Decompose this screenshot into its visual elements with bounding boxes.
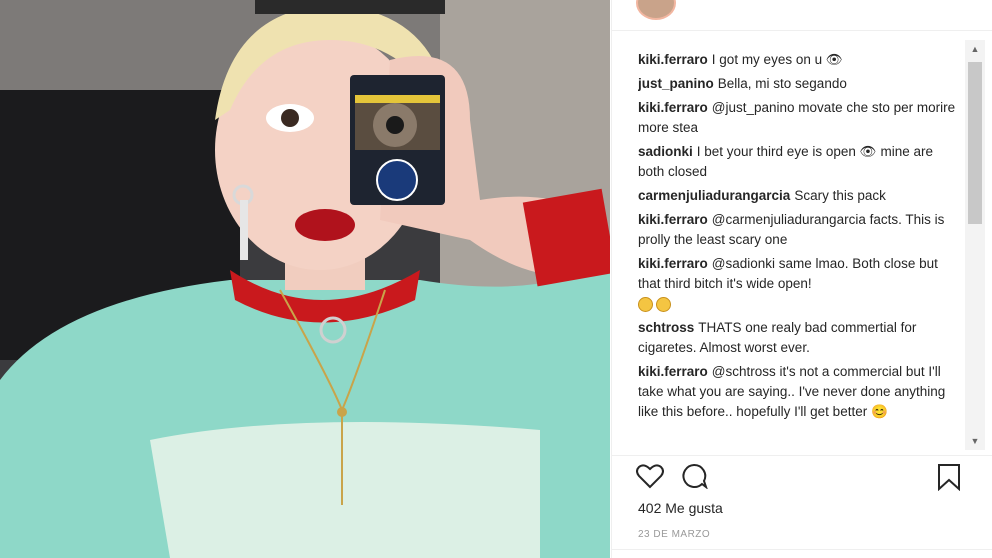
comment-username[interactable]: kiki.ferraro — [638, 256, 708, 271]
list-item: kiki.ferraro @schtross it's not a commerc… — [638, 362, 958, 422]
post-date: 23 DE MARZO — [638, 529, 711, 540]
post-photo — [0, 0, 610, 558]
scroll-down-icon[interactable]: ▼ — [965, 432, 985, 450]
comment-username[interactable]: sadionki — [638, 144, 693, 159]
comment-username[interactable]: carmenjuliadurangarcia — [638, 188, 790, 203]
comment-username[interactable]: kiki.ferraro — [638, 364, 708, 379]
comment-username[interactable]: schtross — [638, 320, 694, 335]
comment-username[interactable]: kiki.ferraro — [638, 52, 708, 67]
list-item: kiki.ferraro @sadionki same lmao. Both cl… — [638, 254, 958, 314]
likes-count[interactable]: 402 Me gusta — [638, 500, 723, 516]
emoji-icon — [656, 296, 671, 312]
comment-text: I got my eyes on u 👁 — [711, 52, 843, 67]
heart-icon[interactable] — [636, 463, 664, 494]
list-item: kiki.ferraro @carmenjuliadurangarcia fact… — [638, 210, 958, 250]
comment-text: Bella, mi sto segando — [717, 76, 847, 91]
scroll-up-icon[interactable]: ▲ — [965, 40, 985, 58]
list-item: sadionki I bet your third eye is open 👁 m… — [638, 142, 958, 182]
comment-text: Scary this pack — [794, 188, 886, 203]
list-item: kiki.ferraro I got my eyes on u 👁 — [638, 50, 958, 70]
emoji-icon — [638, 296, 653, 312]
list-item: carmenjuliadurangarcia Scary this pack — [638, 186, 958, 206]
bookmark-icon[interactable] — [936, 463, 962, 496]
scrollbar-thumb[interactable] — [968, 62, 982, 224]
photo-illustration — [0, 0, 610, 558]
divider — [612, 549, 992, 550]
avatar[interactable] — [636, 0, 676, 20]
post-side-panel: kiki.ferraro I got my eyes on u 👁 just_pa… — [611, 0, 992, 558]
comment-list: kiki.ferraro I got my eyes on u 👁 just_pa… — [638, 50, 958, 453]
comment-icon[interactable] — [680, 463, 708, 494]
comments-scrollbar[interactable]: ▲ ▼ — [965, 40, 985, 450]
post-actions — [612, 455, 992, 496]
list-item: just_panino Bella, mi sto segando — [638, 74, 958, 94]
list-item: schtross THATS one realy bad commertial f… — [638, 318, 958, 358]
comment-username[interactable]: just_panino — [638, 76, 714, 91]
list-item: kiki.ferraro @just_panino movate che sto … — [638, 98, 958, 138]
post-header — [612, 0, 992, 31]
comment-username[interactable]: kiki.ferraro — [638, 212, 708, 227]
comment-username[interactable]: kiki.ferraro — [638, 100, 708, 115]
